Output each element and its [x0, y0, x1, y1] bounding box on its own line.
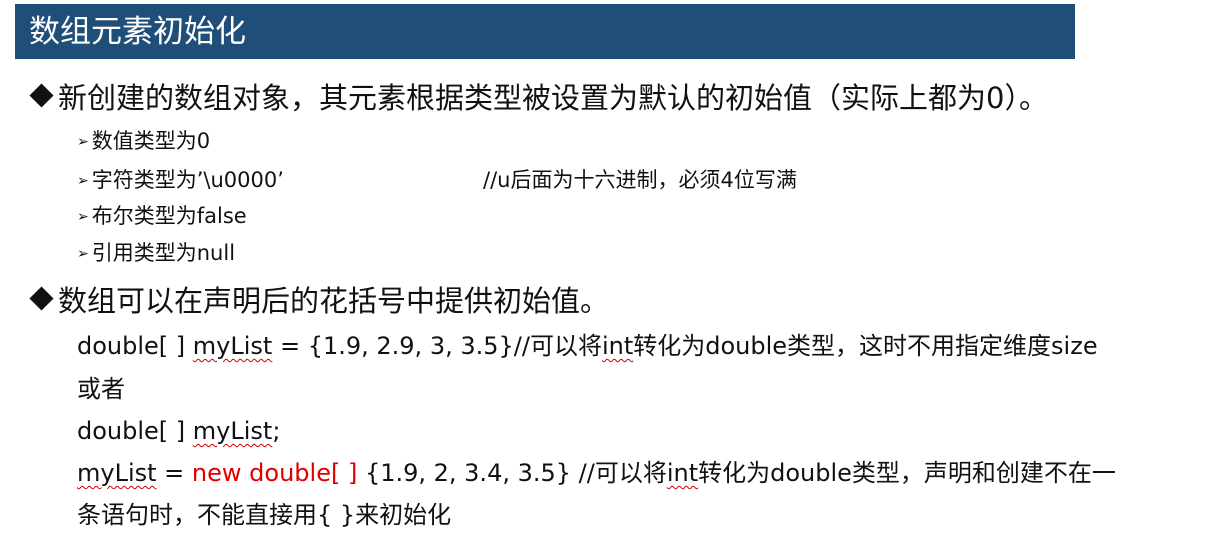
title-banner: 数组元素初始化 [15, 4, 1075, 59]
sub-item-boolean: ➢ 布尔类型为false [77, 202, 247, 233]
code-variable: myList [77, 459, 157, 487]
sub-item-label: 数值类型为0 [91, 129, 211, 153]
code-type: double[ ] [77, 417, 193, 445]
bullet-point-2: 数组可以在声明后的花括号中提供初始值。 [29, 281, 610, 321]
arrow-bullet-icon: ➢ [77, 246, 89, 262]
sub-item-label: 字符类型为’\u0000’ [91, 168, 284, 192]
code-line-2: 或者 [77, 375, 125, 403]
code-line-5: 条语句时，不能直接用{ }来初始化 [77, 501, 452, 529]
sub-item-label: 引用类型为null [91, 241, 236, 265]
code-line-4: myList = new double[ ] {1.9, 2, 3.4, 3.5… [77, 457, 1116, 489]
code-keyword-int: int [601, 332, 634, 360]
code-line-1: double[ ] myList = {1.9, 2.9, 3, 3.5}//可… [77, 330, 1098, 362]
arrow-bullet-icon: ➢ [77, 173, 89, 189]
code-comment: 转化为double类型，声明和创建不在一 [698, 459, 1116, 487]
code-text: = {1.9, 2.9, 3, 3.5}//可以将 [272, 332, 602, 360]
code-type: double[ ] [77, 332, 193, 360]
code-text: {1.9, 2, 3.4, 3.5} //可以将 [357, 459, 667, 487]
code-comment: 转化为double类型，这时不用指定维度size [633, 332, 1098, 360]
arrow-bullet-icon: ➢ [77, 134, 89, 150]
code-keyword-int: int [666, 459, 699, 487]
bullet-point-2-text: 数组可以在声明后的花括号中提供初始值。 [58, 284, 610, 318]
sub-item-char: ➢ 字符类型为’\u0000’ [77, 166, 284, 197]
code-line-3: double[ ] myList; [77, 415, 280, 447]
sub-item-reference: ➢ 引用类型为null [77, 239, 235, 270]
code-text: ; [272, 417, 281, 445]
bullet-point-1-text: 新创建的数组对象，其元素根据类型被设置为默认的初始值（实际上都为0）。 [58, 81, 1048, 115]
code-variable: myList [192, 417, 273, 445]
code-new-expression: new double[ ] [191, 459, 358, 487]
code-variable: myList [192, 332, 273, 360]
arrow-bullet-icon: ➢ [77, 209, 89, 225]
sub-item-char-comment: //u后面为十六进制，必须4位写满 [483, 168, 797, 192]
sub-item-numeric: ➢ 数值类型为0 [77, 127, 210, 158]
sub-item-label: 布尔类型为false [91, 204, 247, 228]
diamond-bullet-icon [29, 286, 54, 311]
page-title: 数组元素初始化 [29, 14, 246, 50]
code-text: = [156, 459, 192, 487]
diamond-bullet-icon [29, 83, 54, 108]
bullet-point-1: 新创建的数组对象，其元素根据类型被设置为默认的初始值（实际上都为0）。 [29, 78, 1048, 118]
